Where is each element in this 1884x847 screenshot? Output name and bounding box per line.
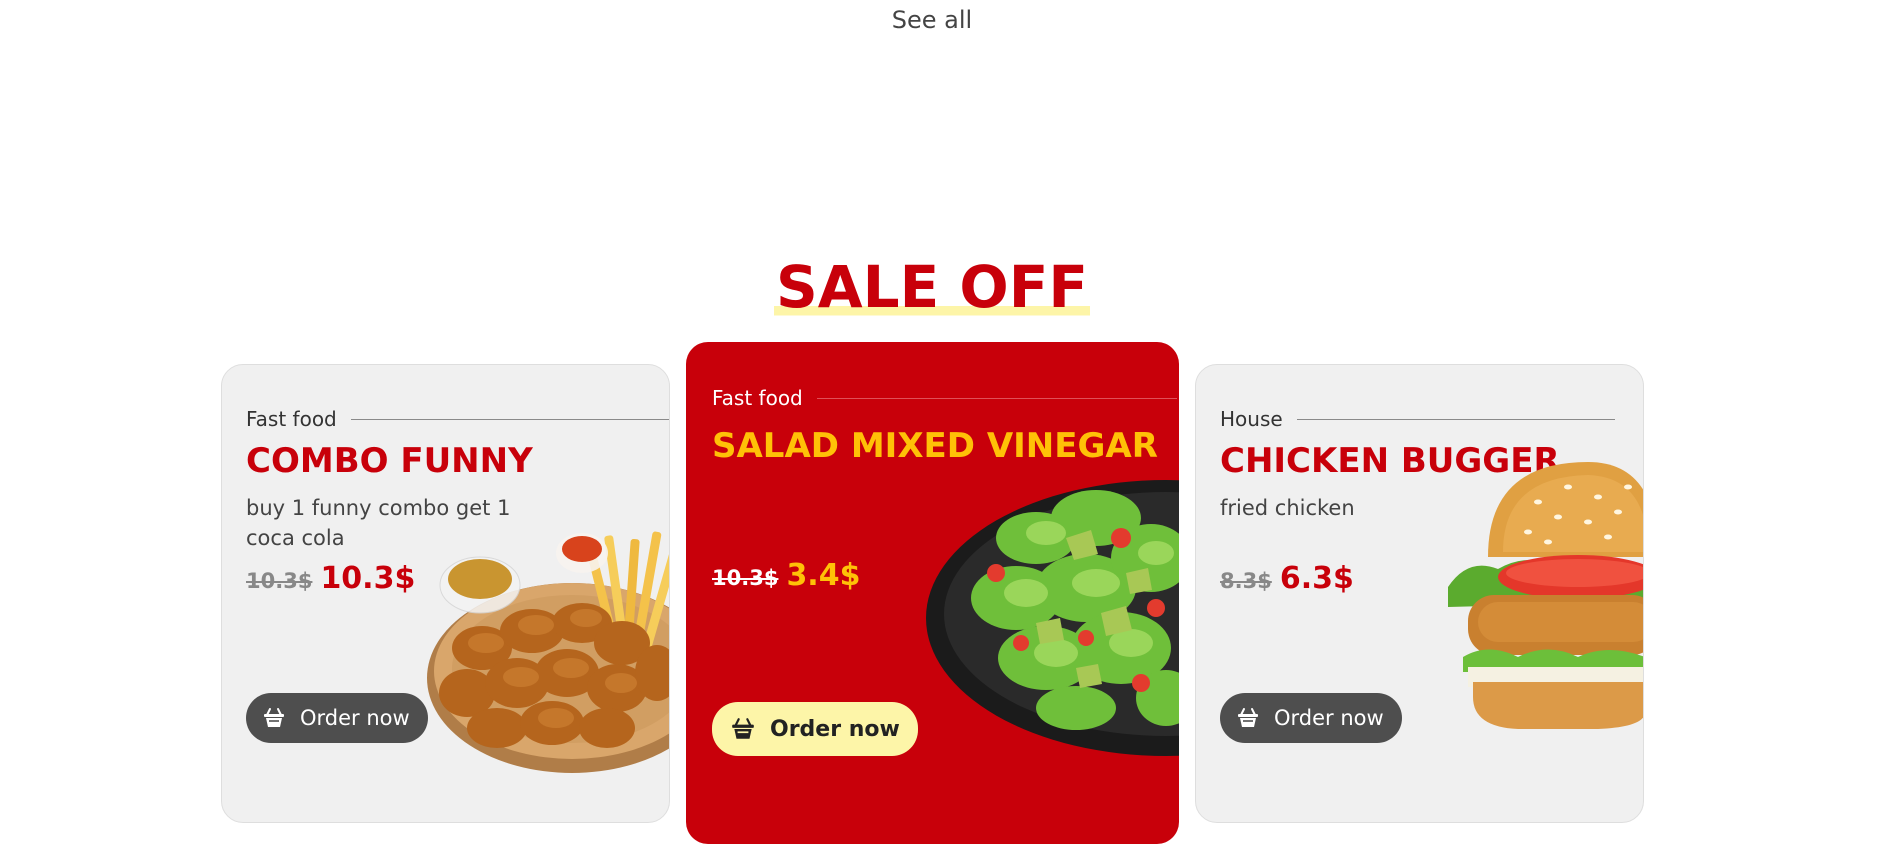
product-description: fried chicken (1220, 496, 1355, 520)
category-divider (350, 418, 669, 420)
sale-price: 6.3$ (1279, 561, 1354, 596)
basket-icon (1238, 708, 1258, 727)
fried-chicken-platter-image (427, 531, 669, 773)
product-card-chicken-bugger: House CHICKEN BUGGER fried chicken 8.3$ … (1195, 364, 1644, 823)
product-card-combo-funny: Fast food COMBO FUNNY buy 1 funny combo … (221, 364, 670, 823)
order-button-label: Order now (770, 716, 900, 742)
price-row: 10.3$ 3.4$ (712, 558, 860, 593)
order-now-button[interactable]: Order now (1220, 693, 1402, 743)
salad-bowl-image (926, 480, 1179, 756)
product-card-salad-mixed-vinegar: Fast food SALAD MIXED VINEGAR 10.3$ 3.4$… (686, 342, 1179, 844)
order-now-button[interactable]: Order now (712, 702, 918, 756)
chicken-burger-image (1448, 462, 1643, 729)
old-price: 8.3$ (1220, 569, 1272, 593)
order-button-label: Order now (1274, 706, 1384, 730)
price-row: 10.3$ 10.3$ (246, 561, 415, 596)
category-label: Fast food (712, 386, 803, 410)
category-divider (816, 397, 1177, 399)
category-divider (1296, 418, 1615, 420)
old-price: 10.3$ (246, 569, 313, 593)
product-title: SALAD MIXED VINEGAR (712, 426, 1158, 466)
category-row: House (1220, 407, 1615, 431)
section-title: SALE OFF (0, 253, 1864, 321)
basket-icon (732, 718, 754, 739)
sale-price: 10.3$ (320, 561, 416, 596)
category-row: Fast food (712, 386, 1177, 410)
category-label: House (1220, 407, 1283, 431)
old-price: 10.3$ (712, 566, 779, 590)
category-row: Fast food (246, 407, 669, 431)
price-row: 8.3$ 6.3$ (1220, 561, 1354, 596)
category-label: Fast food (246, 407, 337, 431)
see-all-link[interactable]: See all (0, 6, 1864, 34)
order-button-label: Order now (300, 706, 410, 730)
section-title-text: SALE OFF (774, 253, 1090, 321)
basket-icon (264, 708, 284, 727)
sale-price: 3.4$ (786, 558, 861, 593)
order-now-button[interactable]: Order now (246, 693, 428, 743)
